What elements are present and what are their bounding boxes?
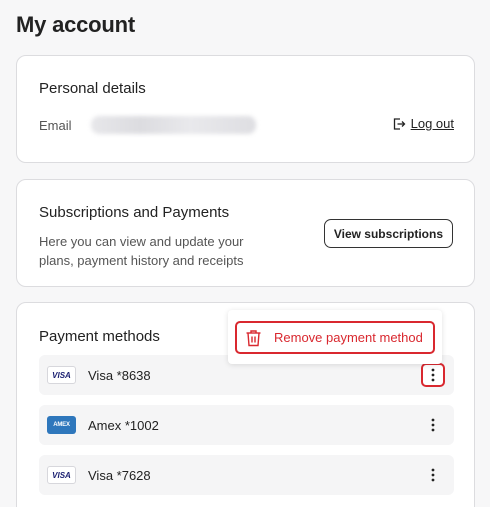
subscriptions-description: Here you can view and update your plans,… — [39, 234, 244, 268]
kebab-menu-button[interactable] — [421, 463, 445, 487]
payment-method-label: Amex *1002 — [88, 417, 159, 433]
personal-details-card: Personal details Email Log out — [16, 55, 475, 163]
payment-method-row: VISA Visa *7628 — [39, 455, 454, 495]
payment-method-label: Visa *8638 — [88, 367, 151, 383]
personal-details-title: Personal details — [39, 80, 146, 97]
remove-payment-method-button[interactable]: Remove payment method — [235, 321, 435, 354]
subscriptions-title: Subscriptions and Payments — [39, 204, 230, 221]
kebab-icon — [431, 418, 435, 432]
email-value-blurred — [91, 116, 256, 134]
email-label: Email — [39, 118, 72, 133]
payment-method-menu: Remove payment method — [228, 310, 442, 364]
payment-method-row: AMEX Amex *1002 — [39, 405, 454, 445]
logout-link[interactable]: Log out — [392, 116, 454, 131]
visa-logo: VISA — [47, 366, 76, 384]
view-subscriptions-button[interactable]: View subscriptions — [323, 219, 453, 248]
logout-label: Log out — [410, 116, 454, 131]
logout-icon — [392, 117, 406, 131]
kebab-menu-button[interactable] — [421, 413, 445, 437]
payment-methods-title: Payment methods — [39, 328, 160, 345]
remove-payment-method-label: Remove payment method — [274, 330, 423, 345]
amex-logo: AMEX — [47, 416, 76, 434]
page-title: My account — [16, 12, 136, 37]
kebab-icon — [431, 468, 435, 482]
trash-icon — [246, 329, 261, 346]
kebab-icon — [431, 368, 435, 382]
subscriptions-card: Subscriptions and Payments Here you can … — [16, 179, 475, 287]
kebab-menu-button[interactable] — [421, 363, 445, 387]
visa-logo: VISA — [47, 466, 76, 484]
payment-method-label: Visa *7628 — [88, 467, 151, 483]
